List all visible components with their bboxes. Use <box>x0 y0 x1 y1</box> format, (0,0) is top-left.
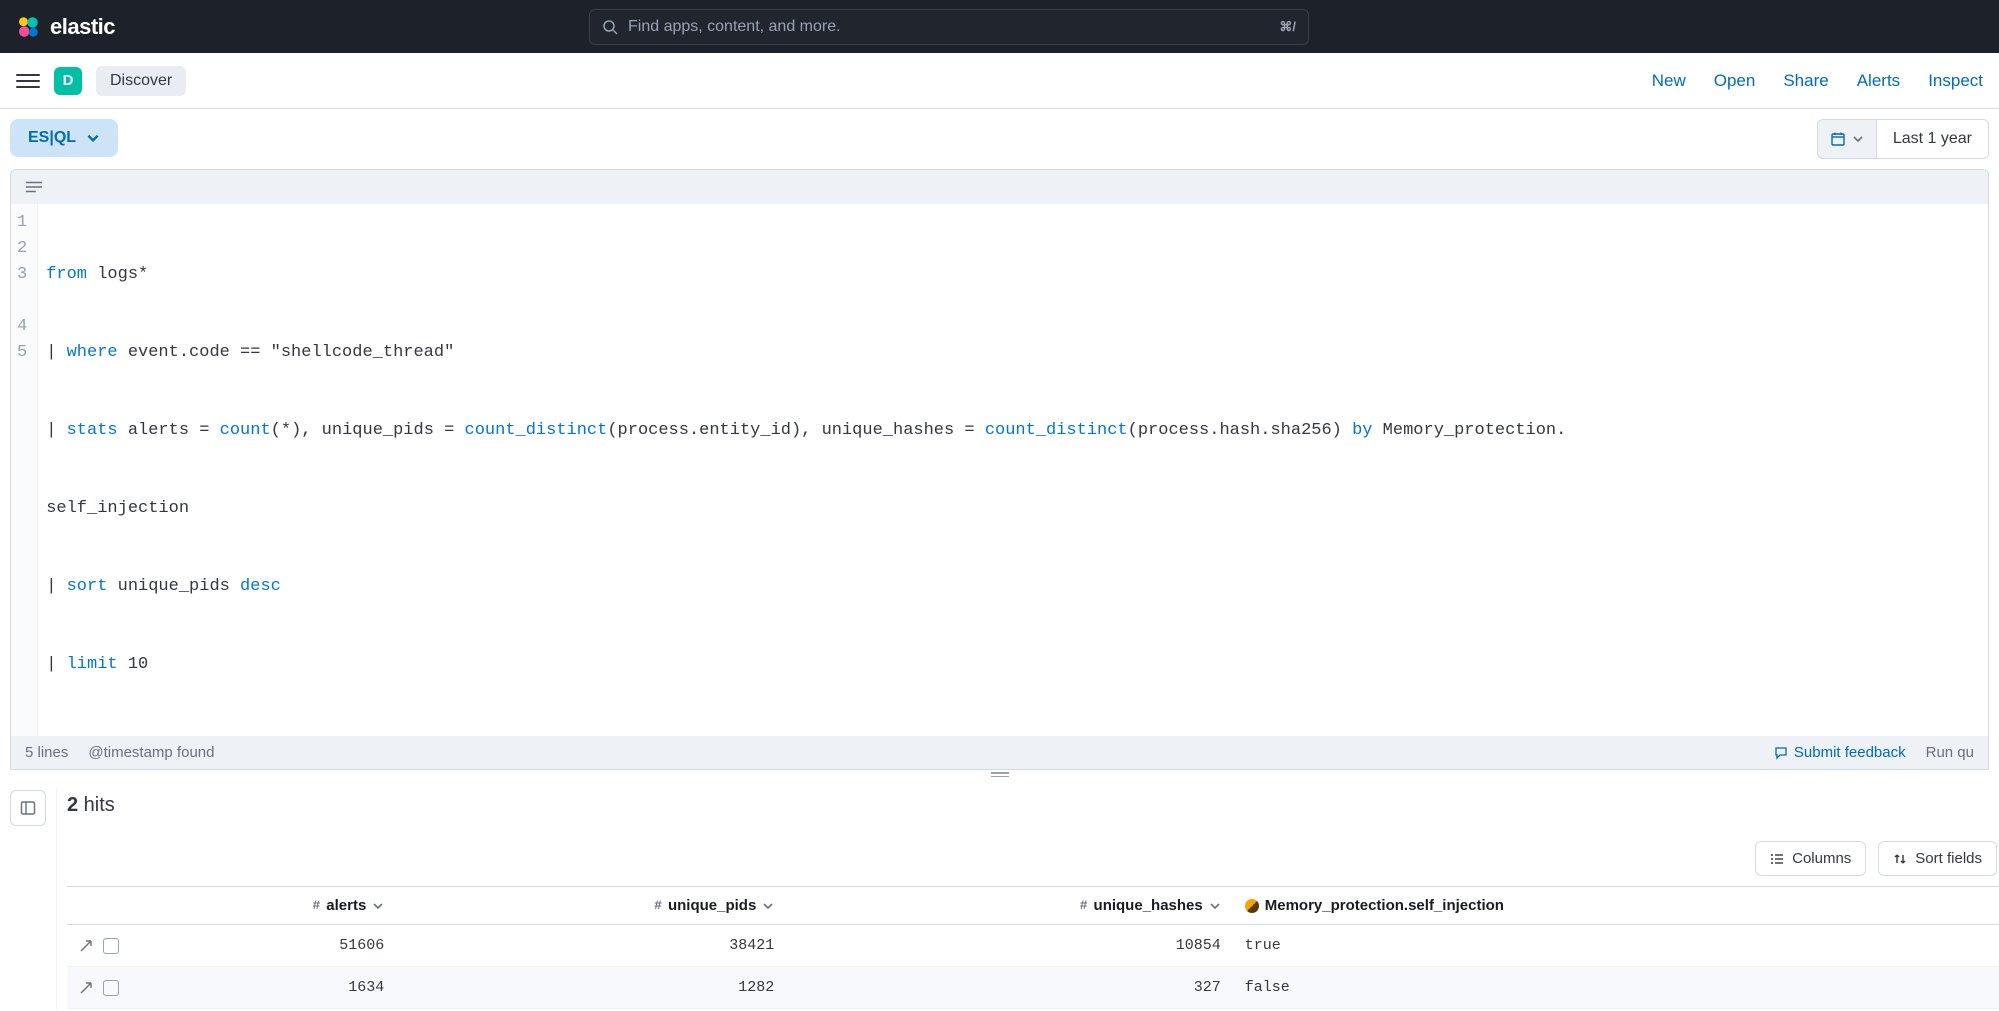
chevron-down-icon <box>762 900 774 912</box>
cell-memory-protection[interactable]: false <box>1233 967 1999 1009</box>
global-search-wrap: Find apps, content, and more. ⌘/ <box>115 9 1783 45</box>
editor-toolbar <box>11 170 1988 204</box>
chevron-down-icon <box>1852 133 1864 145</box>
cell-unique-pids[interactable]: 1282 <box>396 967 786 1009</box>
table-controls: Columns Sort fields <box>67 841 1999 876</box>
chevron-down-icon <box>372 900 384 912</box>
table-row: 51606 38421 10854 true <box>67 925 1999 967</box>
nav-toggle-button[interactable] <box>16 69 40 93</box>
cell-unique-hashes[interactable]: 327 <box>786 967 1232 1009</box>
column-header-memory-protection[interactable]: Memory_protection.self_injection <box>1233 887 1999 925</box>
nav-open[interactable]: Open <box>1714 71 1756 91</box>
query-language-label: ES|QL <box>28 129 76 147</box>
column-header-unique-hashes[interactable]: # unique_hashes <box>786 887 1232 925</box>
row-checkbox[interactable] <box>103 980 119 996</box>
global-search[interactable]: Find apps, content, and more. ⌘/ <box>589 9 1309 45</box>
search-placeholder: Find apps, content, and more. <box>628 18 1269 36</box>
editor-footer: 5 lines @timestamp found Submit feedback… <box>11 736 1988 769</box>
hit-count: 2 hits <box>67 794 1999 817</box>
line-count-label: 5 lines <box>25 744 68 761</box>
cell-unique-pids[interactable]: 38421 <box>396 925 786 967</box>
results-main: 2 hits Columns Sort fields # alerts <box>56 788 1999 1009</box>
toggle-field-list-button[interactable] <box>10 790 46 826</box>
chat-icon <box>1774 746 1788 760</box>
cell-alerts[interactable]: 1634 <box>137 967 396 1009</box>
top-nav-links: New Open Share Alerts Inspect <box>1652 71 1983 91</box>
breadcrumb-app[interactable]: Discover <box>96 66 186 96</box>
code-area[interactable]: 1 2 3 4 5 from logs* | where event.code … <box>11 204 1988 736</box>
results-area: 2 hits Columns Sort fields # alerts <box>0 780 1999 1009</box>
timestamp-found-label: @timestamp found <box>88 744 214 761</box>
date-picker: Last 1 year <box>1817 119 1989 159</box>
calendar-icon <box>1830 131 1846 147</box>
number-type-icon: # <box>312 898 320 913</box>
sort-icon <box>1893 852 1907 866</box>
number-type-icon: # <box>1080 898 1088 913</box>
nav-share[interactable]: Share <box>1783 71 1828 91</box>
editor-resize-handle[interactable] <box>0 770 1999 780</box>
table-row: 1634 1282 327 false <box>67 967 1999 1009</box>
expand-row-icon[interactable] <box>79 939 93 953</box>
search-shortcut: ⌘/ <box>1279 19 1296 35</box>
boolean-type-icon <box>1245 899 1259 913</box>
cell-unique-hashes[interactable]: 10854 <box>786 925 1232 967</box>
brand-logo[interactable]: elastic <box>16 14 115 40</box>
query-editor: 1 2 3 4 5 from logs* | where event.code … <box>10 169 1989 770</box>
number-type-icon: # <box>654 898 662 913</box>
controls-column-header <box>67 887 137 925</box>
list-icon <box>1770 852 1784 866</box>
cell-memory-protection[interactable]: true <box>1233 925 1999 967</box>
chevron-down-icon <box>86 131 100 145</box>
panel-toggle-icon <box>20 800 36 816</box>
brand-name: elastic <box>50 14 115 40</box>
top-header: elastic Find apps, content, and more. ⌘/ <box>0 0 1999 53</box>
run-query-button[interactable]: Run qu <box>1926 744 1974 761</box>
query-bar-row: ES|QL Last 1 year <box>0 109 1999 159</box>
space-selector[interactable]: D <box>54 67 82 95</box>
table-header-row: # alerts # unique_pids <box>67 887 1999 925</box>
word-wrap-icon[interactable] <box>25 180 43 194</box>
chevron-down-icon <box>1209 900 1221 912</box>
results-table: # alerts # unique_pids <box>67 886 1999 1009</box>
date-quick-select[interactable] <box>1817 119 1876 159</box>
cell-alerts[interactable]: 51606 <box>137 925 396 967</box>
columns-button[interactable]: Columns <box>1755 841 1866 876</box>
row-checkbox[interactable] <box>103 938 119 954</box>
date-range-label[interactable]: Last 1 year <box>1876 119 1989 159</box>
submit-feedback-link[interactable]: Submit feedback <box>1774 744 1906 761</box>
search-icon <box>602 19 618 35</box>
line-gutter: 1 2 3 4 5 <box>11 204 38 736</box>
sort-fields-button[interactable]: Sort fields <box>1878 841 1997 876</box>
query-language-selector[interactable]: ES|QL <box>10 119 118 157</box>
nav-inspect[interactable]: Inspect <box>1928 71 1983 91</box>
nav-new[interactable]: New <box>1652 71 1686 91</box>
elastic-logo-icon <box>16 15 40 39</box>
expand-row-icon[interactable] <box>79 981 93 995</box>
code-lines[interactable]: from logs* | where event.code == "shellc… <box>38 204 1988 736</box>
column-header-unique-pids[interactable]: # unique_pids <box>396 887 786 925</box>
sub-header: D Discover New Open Share Alerts Inspect <box>0 53 1999 109</box>
nav-alerts[interactable]: Alerts <box>1857 71 1900 91</box>
column-header-alerts[interactable]: # alerts <box>137 887 396 925</box>
